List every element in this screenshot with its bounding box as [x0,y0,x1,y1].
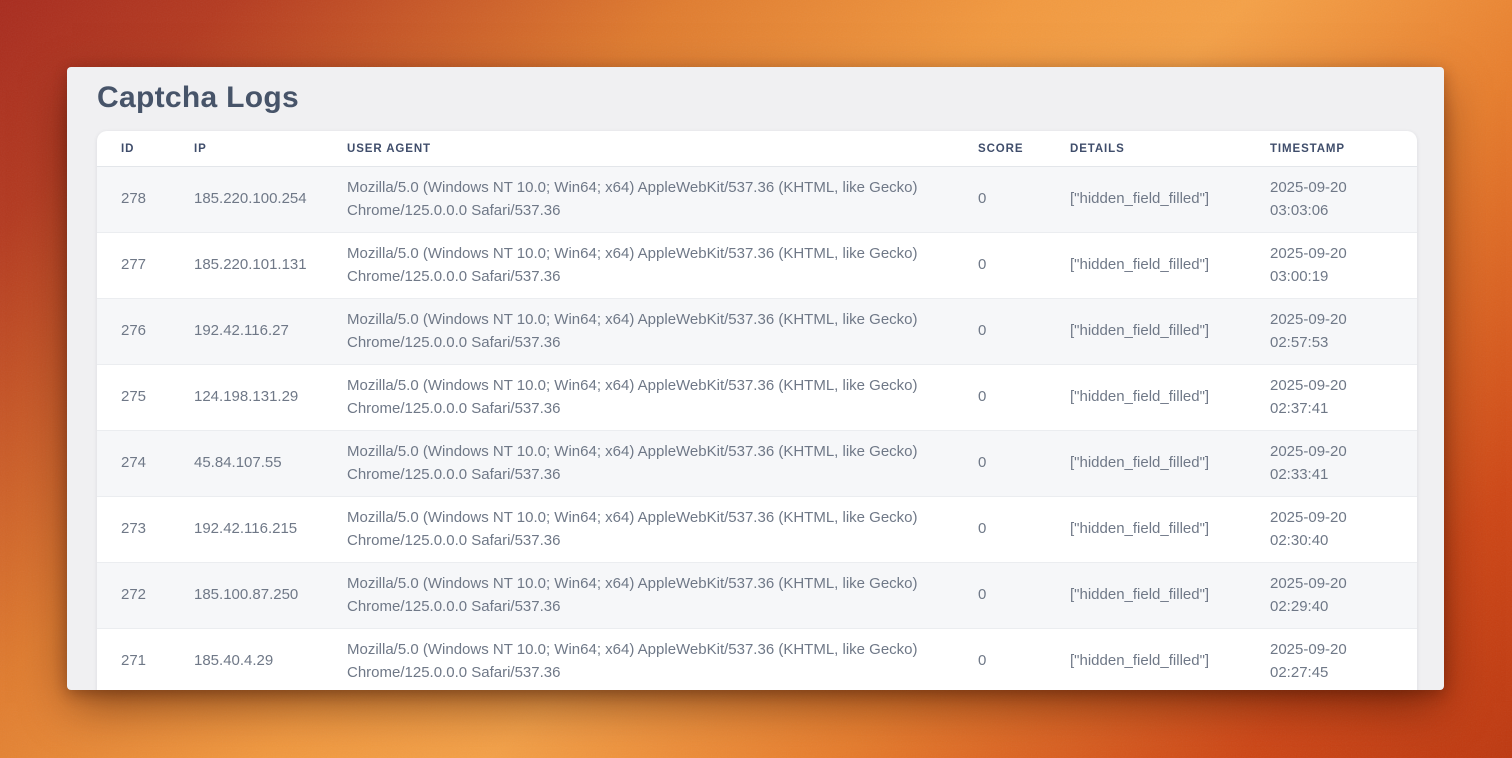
log-row: 272 185.100.87.250 Mozilla/5.0 (Windows … [97,562,1417,628]
cell-user-agent: Mozilla/5.0 (Windows NT 10.0; Win64; x64… [347,628,978,690]
cell-score: 0 [978,562,1070,628]
cell-details: ["hidden_field_filled"] [1070,364,1270,430]
cell-id: 273 [97,496,194,562]
cell-score: 0 [978,167,1070,232]
cell-score: 0 [978,430,1070,496]
cell-timestamp: 2025-09-20 03:00:19 [1270,232,1417,298]
cell-id: 278 [97,167,194,232]
column-header-ip: IP [194,131,347,167]
cell-ip: 192.42.116.27 [194,298,347,364]
desktop-background: { "page": { "title": "Captcha Logs" }, "… [0,0,1512,758]
cell-score: 0 [978,628,1070,690]
cell-timestamp: 2025-09-20 02:37:41 [1270,364,1417,430]
cell-id: 277 [97,232,194,298]
cell-user-agent: Mozilla/5.0 (Windows NT 10.0; Win64; x64… [347,364,978,430]
log-row: 277 185.220.101.131 Mozilla/5.0 (Windows… [97,232,1417,298]
log-row: 278 185.220.100.254 Mozilla/5.0 (Windows… [97,167,1417,232]
cell-details: ["hidden_field_filled"] [1070,167,1270,232]
column-header-user-agent: USER AGENT [347,131,978,167]
cell-id: 274 [97,430,194,496]
cell-score: 0 [978,496,1070,562]
cell-ip: 185.40.4.29 [194,628,347,690]
page-title: Captcha Logs [97,79,1417,117]
log-row: 274 45.84.107.55 Mozilla/5.0 (Windows NT… [97,430,1417,496]
log-row: 276 192.42.116.27 Mozilla/5.0 (Windows N… [97,298,1417,364]
card-content: Captcha Logs ID IP USER AGENT SCORE DETA… [67,67,1444,690]
cell-ip: 185.100.87.250 [194,562,347,628]
cell-id: 276 [97,298,194,364]
log-row: 271 185.40.4.29 Mozilla/5.0 (Windows NT … [97,628,1417,690]
logs-table-body: 278 185.220.100.254 Mozilla/5.0 (Windows… [97,167,1417,690]
column-header-id: ID [97,131,194,167]
cell-ip: 185.220.101.131 [194,232,347,298]
logs-table: ID IP USER AGENT SCORE DETAILS TIMESTAMP… [97,131,1417,690]
cell-timestamp: 2025-09-20 02:33:41 [1270,430,1417,496]
cell-timestamp: 2025-09-20 02:29:40 [1270,562,1417,628]
cell-ip: 124.198.131.29 [194,364,347,430]
cell-details: ["hidden_field_filled"] [1070,496,1270,562]
cell-timestamp: 2025-09-20 02:27:45 [1270,628,1417,690]
cell-score: 0 [978,298,1070,364]
cell-timestamp: 2025-09-20 02:30:40 [1270,496,1417,562]
captcha-logs-card[interactable]: Captcha Logs ID IP USER AGENT SCORE DETA… [67,67,1444,690]
log-row: 275 124.198.131.29 Mozilla/5.0 (Windows … [97,364,1417,430]
cell-timestamp: 2025-09-20 02:57:53 [1270,298,1417,364]
cell-user-agent: Mozilla/5.0 (Windows NT 10.0; Win64; x64… [347,430,978,496]
cell-user-agent: Mozilla/5.0 (Windows NT 10.0; Win64; x64… [347,232,978,298]
table-header-row: ID IP USER AGENT SCORE DETAILS TIMESTAMP [97,131,1417,167]
cell-id: 271 [97,628,194,690]
cell-score: 0 [978,232,1070,298]
cell-ip: 185.220.100.254 [194,167,347,232]
cell-details: ["hidden_field_filled"] [1070,298,1270,364]
column-header-timestamp: TIMESTAMP [1270,131,1417,167]
cell-score: 0 [978,364,1070,430]
logs-table-container: ID IP USER AGENT SCORE DETAILS TIMESTAMP… [97,131,1417,690]
cell-details: ["hidden_field_filled"] [1070,430,1270,496]
cell-user-agent: Mozilla/5.0 (Windows NT 10.0; Win64; x64… [347,562,978,628]
column-header-details: DETAILS [1070,131,1270,167]
cell-ip: 45.84.107.55 [194,430,347,496]
cell-id: 275 [97,364,194,430]
cell-details: ["hidden_field_filled"] [1070,232,1270,298]
cell-user-agent: Mozilla/5.0 (Windows NT 10.0; Win64; x64… [347,167,978,232]
cell-ip: 192.42.116.215 [194,496,347,562]
log-row: 273 192.42.116.215 Mozilla/5.0 (Windows … [97,496,1417,562]
cell-details: ["hidden_field_filled"] [1070,562,1270,628]
cell-id: 272 [97,562,194,628]
cell-user-agent: Mozilla/5.0 (Windows NT 10.0; Win64; x64… [347,496,978,562]
column-header-score: SCORE [978,131,1070,167]
cell-details: ["hidden_field_filled"] [1070,628,1270,690]
cell-user-agent: Mozilla/5.0 (Windows NT 10.0; Win64; x64… [347,298,978,364]
cell-timestamp: 2025-09-20 03:03:06 [1270,167,1417,232]
